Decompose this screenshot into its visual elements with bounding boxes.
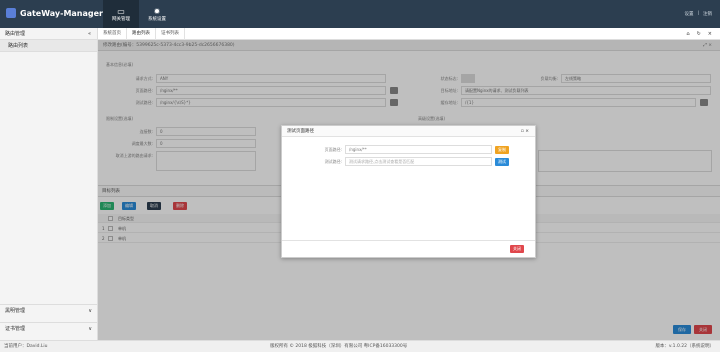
version: 版本：v.1.0.22（系统说明）	[655, 344, 714, 349]
tab-cert-list[interactable]: 证书列表	[156, 27, 185, 40]
sidebar-group-routes[interactable]: 路由管理 «	[0, 28, 97, 40]
tab-bar: 系统首页 路由列表 证书列表 ⌂ ↻ ×	[98, 27, 720, 40]
footer: 当前用户：David.Liu 版权所有 © 2018 极狐科技（深圳）有限公司 …	[0, 340, 720, 352]
home-icon[interactable]: ⌂	[686, 31, 689, 37]
test-path-dialog: 测试页面路径 ▫ × 页面路径: /nginx/** 复制 测试路径: 测试请求…	[281, 125, 536, 258]
dialog-url-input[interactable]: /nginx/**	[345, 145, 492, 154]
sidebar-group-label: 黑明管理	[5, 308, 26, 314]
copy-button[interactable]: 复制	[495, 146, 509, 154]
chevron-down-icon: ∨	[88, 326, 92, 332]
logo-icon	[6, 8, 16, 18]
dialog-close-button[interactable]: 关闭	[510, 245, 524, 253]
app-title: GateWay-Manager	[20, 8, 103, 18]
topnav-settings-label: 系统设置	[148, 16, 166, 22]
current-user: 当前用户：David.Liu	[4, 344, 48, 349]
top-bar: GateWay-Manager ▭ 网关管理 ✹ 系统设置 设置 | 注销	[0, 0, 720, 28]
sidebar-group-certs[interactable]: 证书管理 ∨	[0, 322, 98, 334]
dialog-header: 测试页面路径 ▫ ×	[282, 126, 535, 137]
topnav-settings[interactable]: ✹ 系统设置	[139, 0, 175, 28]
chevron-down-icon: ∨	[88, 308, 92, 314]
close-icon[interactable]: ×	[708, 31, 712, 37]
topnav-gateway[interactable]: ▭ 网关管理	[103, 0, 139, 28]
logout-link[interactable]: 注销	[703, 11, 712, 17]
refresh-icon[interactable]: ↻	[697, 31, 701, 37]
sidebar-group-label: 路由管理	[5, 31, 26, 37]
divider: |	[697, 11, 699, 16]
app-logo: GateWay-Manager	[6, 8, 117, 18]
sidebar-group-blacklist[interactable]: 黑明管理 ∨	[0, 304, 98, 316]
topnav-gateway-label: 网关管理	[112, 16, 130, 22]
dialog-title: 测试页面路径	[287, 129, 314, 134]
dialog-footer: 关闭	[282, 240, 535, 257]
gear-icon: ✹	[153, 6, 161, 16]
dialog-url-label: 页面路径:	[324, 147, 342, 152]
monitor-icon: ▭	[117, 6, 125, 16]
copyright: 版权所有 © 2018 极狐科技（深圳）有限公司 粤ICP备16033300号	[270, 344, 408, 349]
sidebar-item-route-list[interactable]: 路由列表	[0, 40, 97, 52]
dialog-close-icon[interactable]: ▫ ×	[521, 126, 529, 136]
tab-home[interactable]: 系统首页	[98, 27, 127, 40]
tab-route-list[interactable]: 路由列表	[127, 27, 156, 40]
sidebar-group-label: 证书管理	[5, 326, 26, 332]
dialog-test-input[interactable]: 测试请求路径,点击测试查看是否匹配	[345, 157, 492, 166]
sidebar: 路由管理 « 路由列表 黑明管理 ∨ 证书管理 ∨	[0, 28, 98, 340]
settings-link[interactable]: 设置	[684, 11, 693, 17]
test-button[interactable]: 测试	[495, 158, 509, 166]
collapse-icon: «	[87, 31, 91, 37]
dialog-test-label: 测试路径:	[324, 159, 342, 164]
